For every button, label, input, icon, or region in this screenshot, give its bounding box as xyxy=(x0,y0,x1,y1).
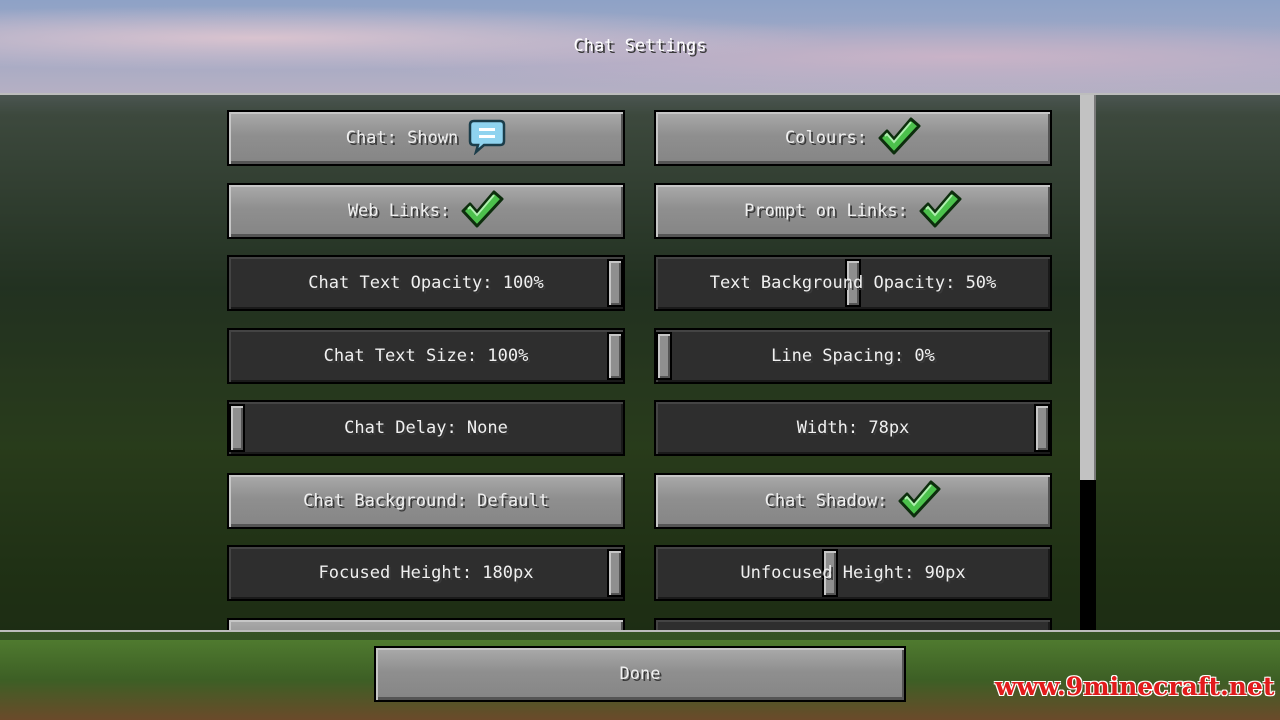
partial-option-right[interactable] xyxy=(654,618,1052,630)
chat-text-size-label: Chat Text Size: 100% xyxy=(323,346,529,366)
focused-height-slider[interactable]: Focused Height: 180px xyxy=(227,545,625,601)
slider-knob[interactable] xyxy=(1034,404,1050,452)
partial-option-left[interactable] xyxy=(227,618,625,630)
slider-knob[interactable] xyxy=(229,404,245,452)
slider-knob[interactable] xyxy=(656,332,672,380)
unfocused-height-label: Unfocused Height: 90px xyxy=(740,563,966,583)
web-links-label: Web Links: xyxy=(347,201,451,221)
chat-text-opacity-slider[interactable]: Chat Text Opacity: 100% xyxy=(227,255,625,311)
prompt-on-links-toggle[interactable]: Prompt on Links: xyxy=(654,183,1052,239)
chat-delay-label: Chat Delay: None xyxy=(344,418,508,438)
web-links-toggle[interactable]: Web Links: xyxy=(227,183,625,239)
slider-knob[interactable] xyxy=(607,549,623,597)
line-spacing-slider[interactable]: Line Spacing: 0% xyxy=(654,328,1052,384)
chat-visibility-button[interactable]: Chat: Shown xyxy=(227,110,625,166)
checkmark-icon xyxy=(460,189,504,234)
done-label: Done xyxy=(619,664,661,684)
width-label: Width: 78px xyxy=(796,418,910,438)
line-spacing-label: Line Spacing: 0% xyxy=(771,346,935,366)
checkmark-icon xyxy=(877,116,921,161)
scrollbar-thumb[interactable] xyxy=(1080,95,1096,480)
focused-height-label: Focused Height: 180px xyxy=(318,563,534,583)
prompt-on-links-label: Prompt on Links: xyxy=(744,201,908,221)
chat-visibility-label: Chat: Shown xyxy=(345,128,459,148)
chat-bubble-icon xyxy=(468,117,506,160)
options-list[interactable]: Chat: Shown Colours: Web Links: Prompt o… xyxy=(0,93,1280,632)
width-slider[interactable]: Width: 78px xyxy=(654,400,1052,456)
slider-knob[interactable] xyxy=(607,332,623,380)
chat-background-button[interactable]: Chat Background: Default xyxy=(227,473,625,529)
chat-text-size-slider[interactable]: Chat Text Size: 100% xyxy=(227,328,625,384)
unfocused-height-slider[interactable]: Unfocused Height: 90px xyxy=(654,545,1052,601)
checkmark-icon xyxy=(918,189,962,234)
checkmark-icon xyxy=(897,479,941,524)
colours-toggle[interactable]: Colours: xyxy=(654,110,1052,166)
chat-background-label: Chat Background: Default xyxy=(303,491,549,511)
done-button[interactable]: Done xyxy=(374,646,906,702)
text-background-opacity-slider[interactable]: Text Background Opacity: 50% xyxy=(654,255,1052,311)
watermark: www.9minecraft.net xyxy=(995,672,1275,701)
screen-title: Chat Settings xyxy=(573,36,707,56)
chat-shadow-toggle[interactable]: Chat Shadow: xyxy=(654,473,1052,529)
colours-label: Colours: xyxy=(785,128,867,148)
chat-delay-slider[interactable]: Chat Delay: None xyxy=(227,400,625,456)
chat-text-opacity-label: Chat Text Opacity: 100% xyxy=(308,273,544,293)
text-background-opacity-label: Text Background Opacity: 50% xyxy=(709,273,997,293)
slider-knob[interactable] xyxy=(607,259,623,307)
chat-shadow-label: Chat Shadow: xyxy=(764,491,888,511)
